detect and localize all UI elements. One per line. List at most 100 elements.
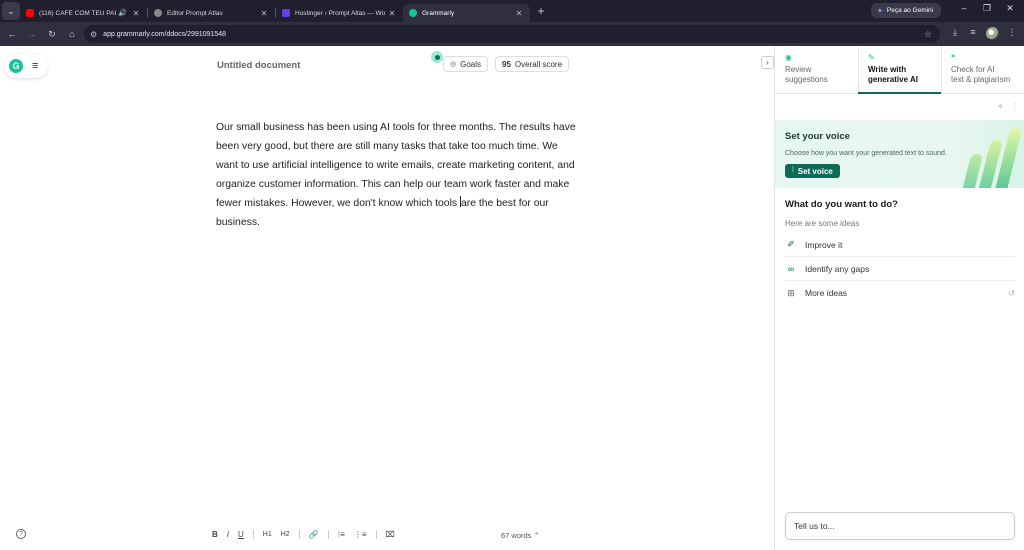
italic-button[interactable]: I — [227, 530, 229, 539]
tab-check-ai-plagiarism[interactable]: ❝ Check for AI text & plagiarism — [941, 46, 1024, 94]
numbered-list-icon[interactable]: ⁝≡ — [338, 530, 345, 539]
document-editor: G ≡ Untitled document ◎ Goals 95 Overall… — [0, 46, 774, 550]
panel-tabs: ◉ Review suggestions ✎ Write with genera… — [775, 46, 1024, 94]
site-info-icon[interactable]: ⚙ — [90, 30, 97, 39]
voice-wave-icon[interactable]: ⫶ — [1014, 102, 1016, 111]
tab-label-line2: text & plagiarism — [951, 75, 1011, 84]
audio-playing-icon[interactable]: 🔊 — [118, 9, 127, 17]
forward-arrow-icon[interactable]: → — [22, 29, 42, 39]
hostinger-favicon-icon — [282, 9, 290, 17]
underline-button[interactable]: U — [238, 530, 244, 539]
heading2-button[interactable]: H2 — [281, 531, 290, 538]
sparkle-icon[interactable]: ✧ — [997, 102, 1004, 111]
tab-search-chevron-icon[interactable]: ⌄ — [2, 2, 20, 20]
panel-mini-tools: ✧ ⫶ — [989, 102, 1016, 112]
tab-title: Editor Prompt Atlas — [167, 9, 223, 17]
voice-title: Set your voice — [785, 131, 850, 142]
goals-button[interactable]: ◎ Goals — [443, 56, 489, 72]
binoculars-icon: ∞ — [787, 263, 795, 274]
close-tab-icon[interactable]: ✕ — [259, 9, 269, 18]
page-favicon-icon — [154, 9, 162, 17]
grammarly-favicon-icon — [409, 9, 417, 17]
close-tab-icon[interactable]: ✕ — [387, 9, 397, 18]
chevron-up-icon: ⌃ — [533, 531, 540, 540]
tab-title: Hostinger › Prompt Atlas — Wo — [295, 9, 386, 17]
close-window-icon[interactable]: ✕ — [1000, 3, 1020, 14]
voice-description: Choose how you want your generated text … — [785, 150, 947, 157]
tab-review-suggestions[interactable]: ◉ Review suggestions — [775, 46, 858, 94]
overall-score-button[interactable]: 95 Overall score — [495, 56, 570, 72]
grammarly-logo-icon[interactable]: G — [9, 59, 23, 73]
option-identify-gaps[interactable]: ∞ Identify any gaps — [785, 257, 1015, 281]
tab-label-line2: generative AI — [868, 75, 918, 84]
tab-label-line2: suggestions — [785, 75, 828, 84]
home-icon[interactable]: ⌂ — [62, 29, 82, 39]
tab-label-line1: Review — [785, 65, 812, 74]
heading1-button[interactable]: H1 — [263, 531, 272, 538]
browser-tab-editor[interactable]: Editor Prompt Atlas ✕ — [148, 4, 275, 22]
prompt-input[interactable]: Tell us to... — [785, 512, 1015, 540]
pen-spark-icon: ✎ — [868, 53, 875, 62]
tab-title: (116) CAFÉ COM TEU PAI : — [39, 9, 119, 17]
tab-title: Grammarly — [422, 9, 455, 17]
tab-label-line1: Check for AI — [951, 65, 995, 74]
restore-icon[interactable]: ❐ — [977, 3, 997, 14]
close-tab-icon[interactable]: ✕ — [514, 9, 524, 18]
browser-menu-icon[interactable]: ⋮ — [1005, 27, 1019, 38]
score-value: 95 — [502, 59, 511, 69]
set-voice-card: Set your voice Choose how you want your … — [775, 120, 1024, 188]
toolbar-divider — [298, 530, 300, 539]
link-icon[interactable]: 🔗 — [309, 530, 319, 539]
toolbar-divider — [375, 530, 377, 539]
browser-toolbar: ← → ↻ ⌂ ⚙ app.grammarly.com/ddocs/299109… — [0, 22, 1024, 46]
word-count: 67 words — [501, 531, 532, 540]
word-count-button[interactable]: 67 words ⌃ — [501, 531, 540, 540]
option-improve-it[interactable]: ✐ Improve it — [785, 233, 1015, 257]
browser-tab-bar: ⌄ (116) CAFÉ COM TEU PAI : 🔊 ✕ Editor Pr… — [0, 0, 1024, 22]
profile-avatar[interactable] — [986, 27, 999, 40]
download-icon[interactable]: ⤓ — [948, 27, 962, 38]
extensions-icon[interactable]: ≡ — [966, 27, 980, 37]
option-label: Identify any gaps — [805, 263, 870, 274]
ideas-label: Here are some ideas — [785, 219, 860, 228]
collapse-panel-chevron-icon[interactable]: › — [761, 56, 774, 69]
decorative-shape — [995, 128, 1023, 188]
address-bar[interactable]: ⚙ app.grammarly.com/ddocs/2991091548 ☆ — [84, 25, 940, 43]
review-icon: ◉ — [785, 53, 792, 62]
magic-wand-icon: ✐ — [787, 239, 795, 249]
browser-tab-hostinger[interactable]: Hostinger › Prompt Atlas — Wo ✕ — [276, 4, 403, 22]
tab-write-with-ai[interactable]: ✎ Write with generative AI — [858, 46, 941, 94]
help-icon[interactable]: ? — [16, 529, 26, 539]
text-before-caret: Our small business has been using AI too… — [216, 122, 576, 209]
bulleted-list-icon[interactable]: ⋮≡ — [354, 530, 367, 539]
document-title[interactable]: Untitled document — [217, 60, 300, 71]
bookmark-star-icon[interactable]: ☆ — [924, 29, 932, 40]
toolbar-divider — [327, 530, 329, 539]
back-arrow-icon[interactable]: ← — [2, 29, 22, 39]
history-icon[interactable]: ↺ — [1008, 289, 1015, 298]
document-text[interactable]: Our small business has been using AI too… — [216, 118, 580, 232]
set-voice-button[interactable]: ⫶ Set voice — [785, 164, 840, 178]
clear-format-icon[interactable]: ⌧ — [386, 530, 395, 539]
new-tab-button[interactable]: + — [534, 4, 548, 18]
check-quote-icon: ❝ — [951, 53, 956, 62]
grid-plus-icon: ⊞ — [787, 287, 795, 298]
minimize-icon[interactable]: – — [954, 3, 974, 13]
document-menu-icon[interactable]: ≡ — [32, 60, 38, 72]
tab-label-line1: Write with — [868, 65, 907, 74]
gemini-button[interactable]: ✦ Peça ao Gemini — [871, 3, 941, 18]
close-tab-icon[interactable]: ✕ — [131, 9, 141, 18]
prompt-placeholder: Tell us to... — [794, 521, 835, 531]
gemini-spark-icon: ✦ — [877, 7, 883, 15]
format-toolbar: B I U H1 H2 🔗 ⁝≡ ⋮≡ ⌧ — [212, 530, 404, 539]
score-label: Overall score — [514, 59, 563, 69]
bold-button[interactable]: B — [212, 530, 218, 539]
assistant-status-icon[interactable] — [431, 51, 443, 63]
browser-tab-grammarly[interactable]: Grammarly ✕ — [403, 4, 530, 22]
option-more-ideas[interactable]: ⊞ More ideas ↺ — [785, 281, 1015, 305]
browser-tab-youtube[interactable]: (116) CAFÉ COM TEU PAI : 🔊 ✕ — [20, 4, 147, 22]
goals-label: Goals — [460, 59, 482, 69]
reload-icon[interactable]: ↻ — [42, 29, 62, 40]
option-label: Improve it — [805, 239, 843, 250]
assistant-panel: ◉ Review suggestions ✎ Write with genera… — [774, 46, 1024, 550]
